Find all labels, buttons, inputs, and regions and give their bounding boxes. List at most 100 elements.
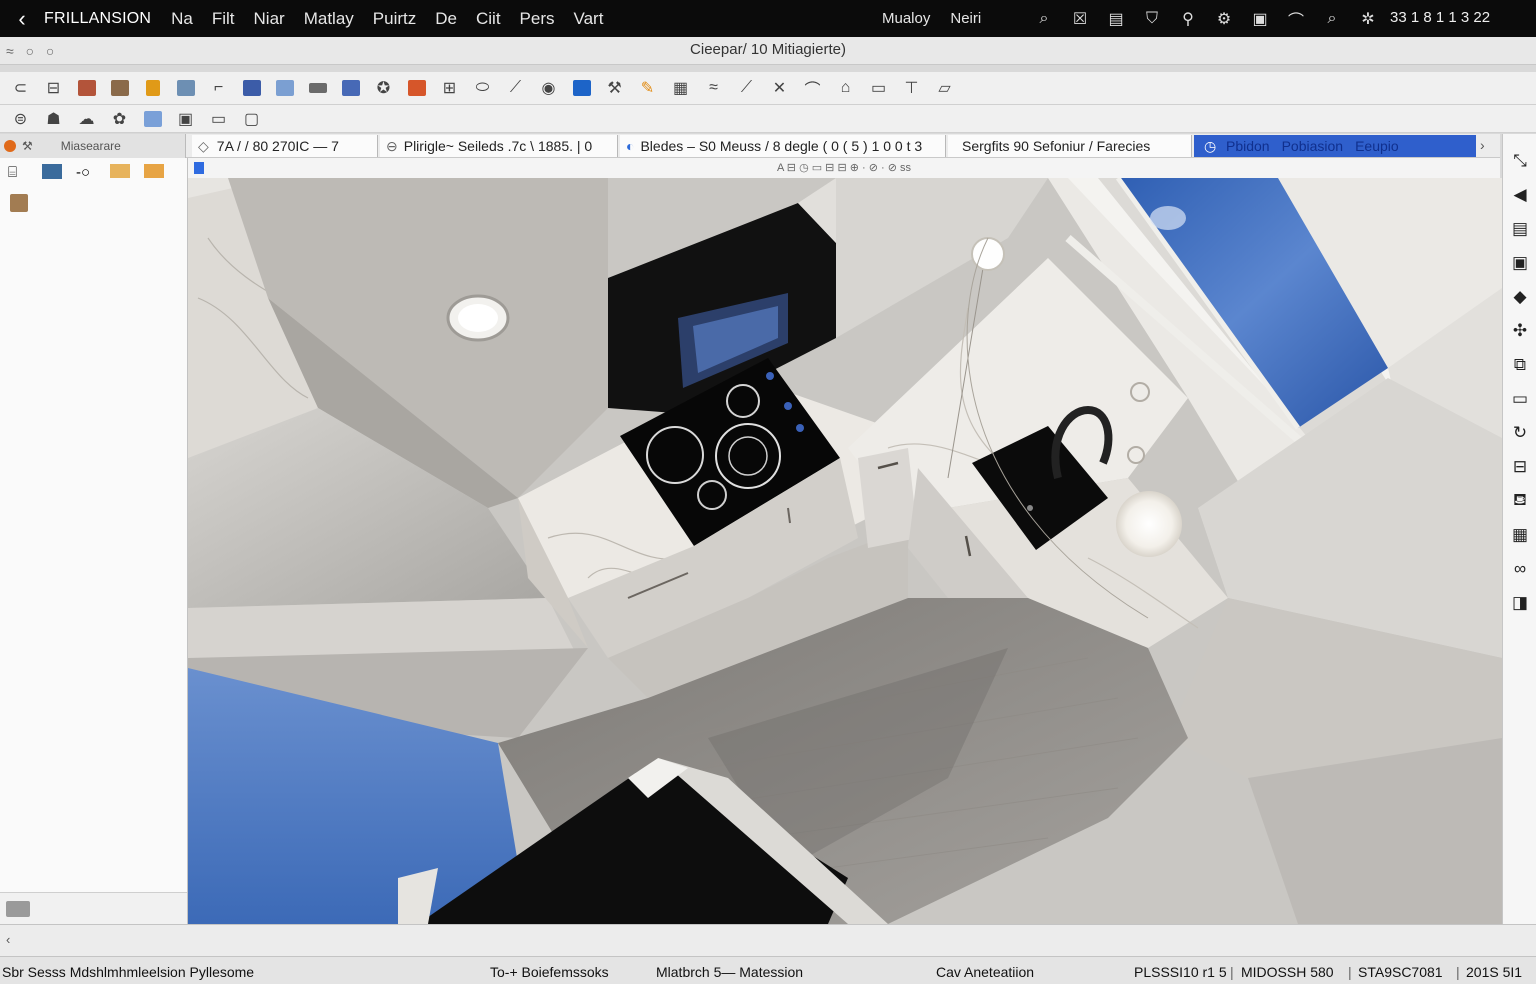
mesh-icon[interactable] bbox=[334, 75, 367, 101]
paint-bucket-icon[interactable]: ⛾ bbox=[1503, 484, 1536, 518]
orbit-icon[interactable]: ⊜ bbox=[4, 106, 37, 132]
arrow-left-icon[interactable]: ◀ bbox=[1503, 178, 1536, 212]
sparkle-icon[interactable] bbox=[136, 106, 169, 132]
paint-icon[interactable]: ✿ bbox=[103, 106, 136, 132]
tab-pbidon[interactable]: Pbidon bbox=[1226, 138, 1270, 154]
stack-icon[interactable]: ⧉ bbox=[1503, 348, 1536, 382]
hammer-icon[interactable]: ⚒ bbox=[598, 75, 631, 101]
light-icon[interactable]: ☁ bbox=[70, 106, 103, 132]
tab-dimensions[interactable]: ◇ 7A / / 80 270IC — 7 bbox=[192, 135, 378, 157]
document-icon[interactable]: ▤ bbox=[1098, 9, 1134, 29]
material-icon[interactable] bbox=[70, 75, 103, 101]
folder-icon[interactable] bbox=[110, 164, 134, 182]
tab-plinth[interactable]: ⊖ Plirigle~ Seileds .7c \ 1885. | 0 bbox=[380, 135, 618, 157]
render-icon[interactable] bbox=[400, 75, 433, 101]
frame-icon[interactable]: ▣ bbox=[1503, 246, 1536, 280]
spotlight-icon[interactable]: ⌕ bbox=[1314, 10, 1350, 28]
notes-icon[interactable]: ▤ bbox=[1503, 212, 1536, 246]
shield-icon[interactable]: ⛉ bbox=[1134, 10, 1170, 28]
tab-arrow-icon: ◇ bbox=[198, 137, 209, 154]
circle-icon[interactable]: ◉ bbox=[532, 75, 565, 101]
folder-icon[interactable]: ▭ bbox=[1503, 382, 1536, 416]
3d-viewport[interactable] bbox=[188, 178, 1502, 924]
rectangle-icon[interactable]: ▭ bbox=[862, 75, 895, 101]
minus-icon[interactable]: ⊟ bbox=[1503, 450, 1536, 484]
note-icon[interactable]: ▭ bbox=[202, 106, 235, 132]
control-center-icon[interactable]: ✲ bbox=[1350, 9, 1386, 29]
camera-icon[interactable] bbox=[169, 75, 202, 101]
frame-icon[interactable]: ▢ bbox=[235, 106, 268, 132]
material-swatch-icon[interactable] bbox=[10, 194, 28, 212]
select-icon[interactable]: ⊂ bbox=[4, 75, 37, 101]
tab-group-render[interactable]: ◷ Pbidon Pobiasion Eeupio bbox=[1194, 135, 1476, 157]
menu-item-vart[interactable]: Vart bbox=[574, 9, 604, 29]
search-icon[interactable]: ⌕ bbox=[1026, 10, 1062, 28]
lock-icon[interactable] bbox=[136, 75, 169, 101]
link-icon[interactable]: ∞ bbox=[1503, 552, 1536, 586]
globe-icon[interactable]: ✪ bbox=[367, 75, 400, 101]
gear-icon[interactable]: ⚙ bbox=[1206, 9, 1242, 29]
window-icon[interactable]: ▣ bbox=[1242, 9, 1278, 29]
pencil-icon[interactable] bbox=[6, 901, 30, 917]
close-icon[interactable]: ✕ bbox=[763, 75, 796, 101]
erase-icon[interactable]: ◆ bbox=[1503, 280, 1536, 314]
tab-pobiasion[interactable]: Pobiasion bbox=[1282, 138, 1344, 154]
chevron-left-icon[interactable]: ‹ bbox=[6, 932, 10, 947]
menu-item-na[interactable]: Na bbox=[171, 9, 193, 29]
tag-icon[interactable]: ◨ bbox=[1503, 586, 1536, 620]
status-separator: | bbox=[1230, 964, 1234, 980]
cabinet-icon[interactable] bbox=[301, 75, 334, 101]
thumbnail-icon[interactable] bbox=[42, 164, 66, 182]
grid-icon[interactable]: ⊞ bbox=[433, 75, 466, 101]
pendant-lamp bbox=[1116, 491, 1182, 557]
wrench-icon[interactable]: ⟋ bbox=[499, 75, 532, 101]
calculator-icon[interactable]: ▦ bbox=[664, 75, 697, 101]
layers-icon[interactable]: ⊟ bbox=[37, 75, 70, 101]
shape-icon[interactable]: ⌂ bbox=[829, 75, 862, 101]
zigzag-icon[interactable]: ⟋ bbox=[730, 75, 763, 101]
status-bar: Sbr Sesss Mdshlmhmleelsion Pyllesome To-… bbox=[0, 956, 1536, 984]
comment-icon[interactable]: ⌸ bbox=[8, 164, 32, 182]
menu-item-ciit[interactable]: Ciit bbox=[476, 9, 501, 29]
menu-item-filt[interactable]: Filt bbox=[212, 9, 235, 29]
corner-icon[interactable]: ⌐ bbox=[202, 75, 235, 101]
scatter-icon[interactable]: ✣ bbox=[1503, 314, 1536, 348]
folder-link-icon[interactable] bbox=[144, 164, 168, 182]
image-icon[interactable] bbox=[235, 75, 268, 101]
pencil-icon[interactable]: ✎ bbox=[631, 75, 664, 101]
menu-item-de[interactable]: De bbox=[435, 9, 457, 29]
arc-icon[interactable]: ⌒ bbox=[796, 75, 829, 101]
wave-icon[interactable]: ≈ bbox=[697, 75, 730, 101]
app-name[interactable]: FRILLANSION bbox=[44, 10, 151, 28]
menu-item-neiri[interactable]: Neiri bbox=[950, 10, 981, 27]
walk-icon[interactable]: ☗ bbox=[37, 106, 70, 132]
save-icon[interactable]: ▣ bbox=[169, 106, 202, 132]
tab-settings[interactable]: Sergfits 90 Sefoniur / Farecies bbox=[948, 135, 1192, 157]
key-icon[interactable]: -○ bbox=[76, 164, 100, 182]
back-arrow-icon[interactable]: ‹ bbox=[0, 6, 44, 32]
status-dot-icon bbox=[4, 140, 16, 152]
menu-item-pers[interactable]: Pers bbox=[520, 9, 555, 29]
texture-icon[interactable] bbox=[103, 75, 136, 101]
tab-eeupio[interactable]: Eeupio bbox=[1355, 138, 1399, 154]
menu-item-niar[interactable]: Niar bbox=[254, 9, 285, 29]
tag-icon[interactable]: ⬭ bbox=[466, 75, 499, 101]
edit-box-icon[interactable]: ☒ bbox=[1062, 9, 1098, 29]
pin-icon[interactable]: ⚲ bbox=[1170, 9, 1206, 29]
zoom-icon[interactable]: ⤡ bbox=[1503, 144, 1536, 178]
tab-blades[interactable]: ◐ Bledes – S0 Meuss / 8 degle ( 0 ( 5 ) … bbox=[620, 135, 946, 157]
grid-icon[interactable]: ▦ bbox=[1503, 518, 1536, 552]
menu-item-mualoy[interactable]: Mualoy bbox=[882, 10, 930, 27]
status-match: Mlatbrch 5— Matession bbox=[656, 964, 804, 980]
status-tool: To-+ Boiefemssoks bbox=[490, 964, 609, 980]
menu-item-puirtz[interactable]: Puirtz bbox=[373, 9, 416, 29]
measure-icon[interactable]: ⊤ bbox=[895, 75, 928, 101]
panel-icon[interactable] bbox=[268, 75, 301, 101]
rotate-icon[interactable]: ↻ bbox=[1503, 416, 1536, 450]
window-frame-icon[interactable] bbox=[565, 75, 598, 101]
wifi-icon[interactable]: ⌒ bbox=[1278, 7, 1314, 31]
tab-overflow-icon[interactable]: › bbox=[1480, 137, 1485, 153]
menu-item-matlay[interactable]: Matlay bbox=[304, 9, 354, 29]
eraser-icon[interactable]: ▱ bbox=[928, 75, 961, 101]
tools-icon[interactable]: ⚒ bbox=[22, 139, 33, 153]
